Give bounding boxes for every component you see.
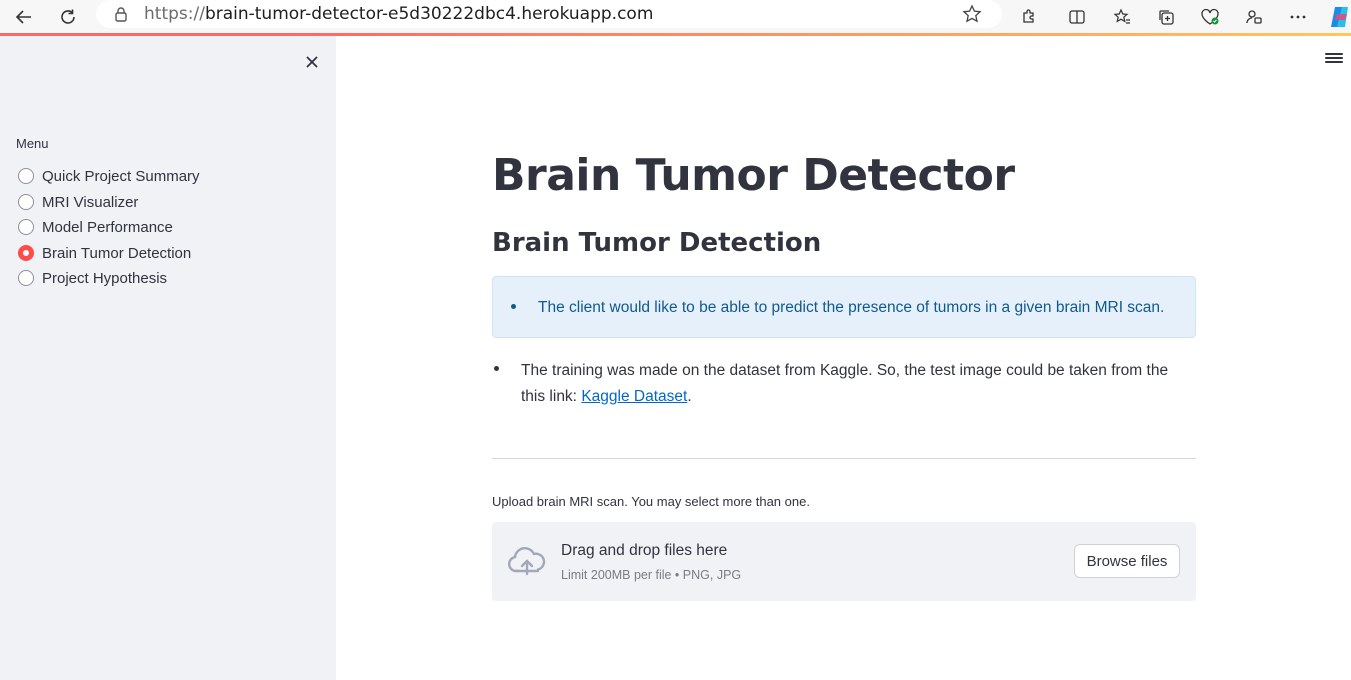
dataset-description: The training was made on the dataset fro… <box>521 362 1169 405</box>
sidebar-item-project-hypothesis[interactable]: Project Hypothesis <box>16 267 167 289</box>
browse-files-button[interactable]: Browse files <box>1074 544 1180 578</box>
file-uploader-label: Upload brain MRI scan. You may select mo… <box>492 494 810 509</box>
close-icon <box>306 56 318 68</box>
star-icon[interactable] <box>962 4 982 24</box>
sidebar: Menu Quick Project Summary MRI Visualize… <box>0 36 336 680</box>
hamburger-icon-bar <box>1325 57 1343 59</box>
radio-unchecked-icon <box>18 219 34 235</box>
sidebar-item-brain-tumor-detection[interactable]: Brain Tumor Detection <box>16 242 191 264</box>
dropzone-limit-text: Limit 200MB per file • PNG, JPG <box>561 568 742 582</box>
page-title: Brain Tumor Detector <box>492 150 1015 201</box>
radio-checked-icon <box>18 245 34 261</box>
sidebar-item-model-performance[interactable]: Model Performance <box>16 216 173 238</box>
heart-pulse-icon <box>1201 8 1219 25</box>
hamburger-icon-bar <box>1325 61 1343 63</box>
browser-essentials-button[interactable] <box>1196 3 1224 31</box>
info-alert-text: The client would like to be able to pred… <box>538 299 1165 316</box>
sidebar-close-button[interactable] <box>300 50 324 74</box>
app-menu-button[interactable] <box>1324 51 1344 67</box>
divider <box>492 458 1196 459</box>
settings-more-button[interactable] <box>1284 3 1312 31</box>
dropzone-title: Drag and drop files here <box>561 542 728 559</box>
menu-label: Menu <box>16 136 49 151</box>
favorites-icon <box>1113 8 1130 24</box>
sidebar-item-label: Model Performance <box>42 218 173 236</box>
profile-button[interactable] <box>1240 3 1268 31</box>
favorites-button[interactable] <box>1108 3 1136 31</box>
profile-icon <box>1246 10 1262 24</box>
bullet-icon <box>511 304 516 309</box>
browser-toolbar: https://brain-tumor-detector-e5d30222dbc… <box>0 0 1351 34</box>
sidebar-item-label: Brain Tumor Detection <box>42 244 192 262</box>
sidebar-item-label: MRI Visualizer <box>42 193 139 211</box>
copilot-button[interactable] <box>1326 3 1351 31</box>
collections-icon <box>1159 10 1174 25</box>
file-dropzone[interactable]: Drag and drop files here Limit 200MB per… <box>492 522 1196 601</box>
radio-unchecked-icon <box>18 194 34 210</box>
lock-icon <box>115 7 127 22</box>
bullet-icon <box>494 366 499 371</box>
radio-unchecked-icon <box>18 168 34 184</box>
sidebar-item-mri-visualizer[interactable]: MRI Visualizer <box>16 191 138 213</box>
cloud-upload-icon <box>508 547 546 576</box>
sidebar-item-quick-project-summary[interactable]: Quick Project Summary <box>16 165 200 187</box>
split-screen-button[interactable] <box>1063 3 1091 31</box>
copilot-icon <box>1331 7 1348 27</box>
sidebar-item-label: Quick Project Summary <box>42 167 200 185</box>
arrow-left-icon <box>15 10 31 24</box>
address-bar[interactable]: https://brain-tumor-detector-e5d30222dbc… <box>96 0 1002 28</box>
reload-button[interactable] <box>54 3 82 31</box>
radio-unchecked-icon <box>18 270 34 286</box>
hamburger-icon-bar <box>1325 53 1343 55</box>
sidebar-item-label: Project Hypothesis <box>42 269 168 287</box>
section-title: Brain Tumor Detection <box>492 228 822 258</box>
reload-icon <box>61 9 75 24</box>
url-text: https://brain-tumor-detector-e5d30222dbc… <box>144 4 654 24</box>
split-screen-icon <box>1069 10 1085 24</box>
back-button[interactable] <box>10 3 38 31</box>
info-alert: The client would like to be able to pred… <box>492 276 1196 338</box>
extensions-button[interactable] <box>1015 3 1043 31</box>
puzzle-icon <box>1023 9 1034 23</box>
more-horizontal-icon <box>1290 15 1306 19</box>
kaggle-dataset-link[interactable]: Kaggle Dataset <box>581 388 687 405</box>
collections-button[interactable] <box>1152 3 1180 31</box>
